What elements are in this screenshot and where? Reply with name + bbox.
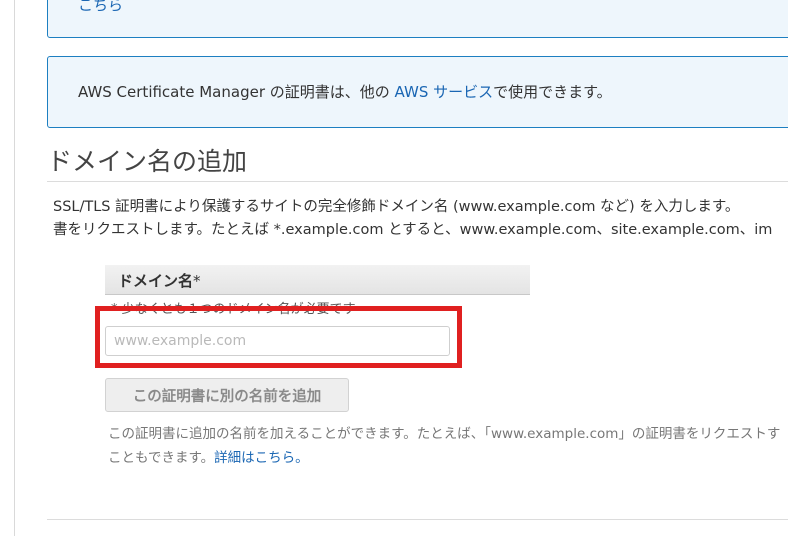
bottom-divider [47, 519, 788, 520]
section-divider [47, 181, 788, 182]
add-name-help-text: この証明書に追加の名前を加えることができます。たとえば、「www.example… [108, 422, 780, 470]
section-title: ドメイン名の追加 [47, 147, 248, 176]
acm-info-suffix: で使用できます。 [493, 83, 612, 101]
domain-name-header: ドメイン名* [105, 265, 530, 295]
previous-info-box: こちら [47, 0, 788, 38]
aws-services-link[interactable]: AWS サービス [395, 83, 494, 101]
page-left-border [14, 0, 15, 536]
required-mark: * [193, 272, 201, 290]
acm-info-message: AWS Certificate Manager の証明書は、他の AWS サービ… [78, 81, 612, 102]
help-line-2-text: こともできます。 [108, 450, 215, 466]
help-line-1: この証明書に追加の名前を加えることができます。たとえば、「www.example… [108, 426, 781, 442]
section-description: SSL/TLS 証明書により保護するサイトの完全修飾ドメイン名 (www.exa… [53, 196, 788, 242]
domain-name-label-text: ドメイン名 [118, 272, 194, 290]
acm-info-box: AWS Certificate Manager の証明書は、他の AWS サービ… [47, 56, 788, 128]
input-highlight-box [95, 306, 462, 368]
description-line-2: 書をリクエストします。たとえば *.example.com とすると、www.e… [53, 222, 773, 238]
add-another-name-button[interactable]: この証明書に別の名前を追加 [105, 378, 349, 412]
learn-more-link[interactable]: 詳細はこちら。 [214, 450, 309, 466]
description-line-1: SSL/TLS 証明書により保護するサイトの完全修飾ドメイン名 (www.exa… [53, 199, 740, 215]
acm-info-prefix: AWS Certificate Manager の証明書は、他の [78, 83, 395, 101]
previous-info-link[interactable]: こちら [78, 0, 123, 15]
domain-name-label: ドメイン名* [118, 270, 201, 291]
help-line-2: こともできます。詳細はこちら。 [108, 446, 780, 470]
